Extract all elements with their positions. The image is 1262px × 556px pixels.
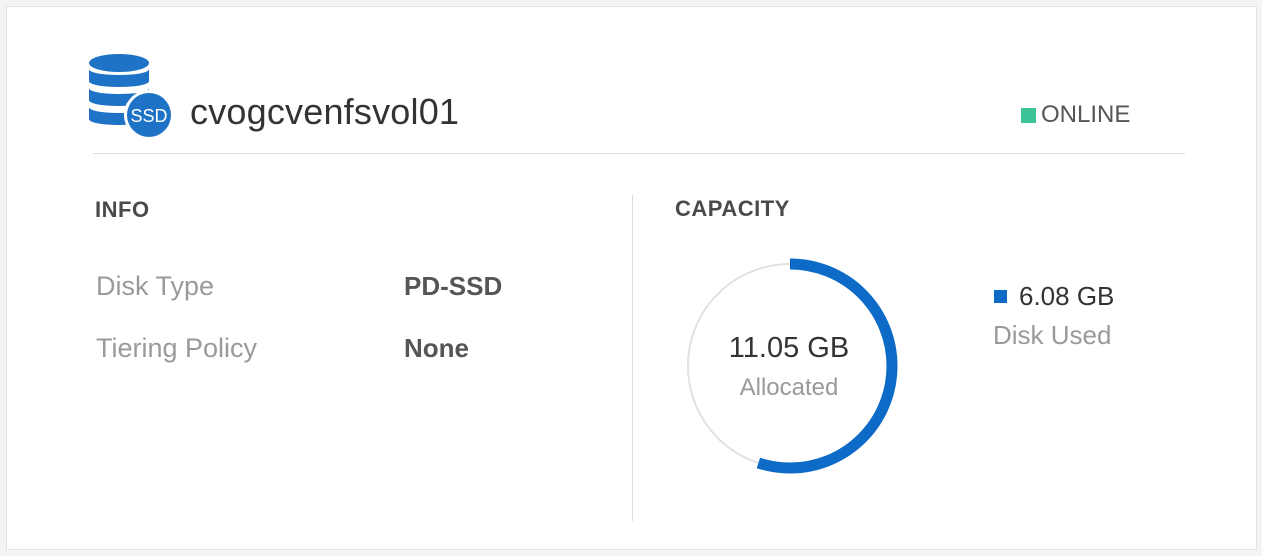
capacity-section-title: CAPACITY — [675, 196, 790, 221]
tiering-policy-value: None — [404, 333, 469, 363]
disk-used-value: 6.08 GB — [1019, 281, 1115, 311]
allocated-value: 11.05 GB — [728, 332, 850, 364]
legend-swatch-icon — [994, 290, 1007, 303]
volume-card: SSD cvogcvenfsvol01 ONLINE INFO Disk Typ… — [6, 6, 1257, 550]
database-ssd-icon: SSD — [89, 54, 174, 140]
status-indicator-icon — [1021, 107, 1036, 123]
disk-type-value: PD-SSD — [404, 271, 503, 301]
ssd-badge-text: SSD — [130, 106, 167, 126]
capacity-donut-chart — [682, 258, 898, 474]
header-divider — [93, 153, 1185, 154]
info-section-title: INFO — [95, 197, 150, 222]
volume-name: cvogcvenfsvol01 — [190, 91, 460, 132]
status-badge: ONLINE — [1021, 101, 1130, 129]
tiering-policy-label: Tiering Policy — [96, 333, 258, 363]
disk-used-label: Disk Used — [993, 320, 1112, 350]
disk-type-label: Disk Type — [96, 271, 215, 301]
status-text: ONLINE — [1041, 101, 1131, 128]
section-divider — [632, 195, 633, 521]
allocated-label: Allocated — [739, 374, 839, 401]
disk-used-legend: 6.08 GB — [994, 281, 1114, 312]
disk-used-arc — [682, 258, 898, 474]
